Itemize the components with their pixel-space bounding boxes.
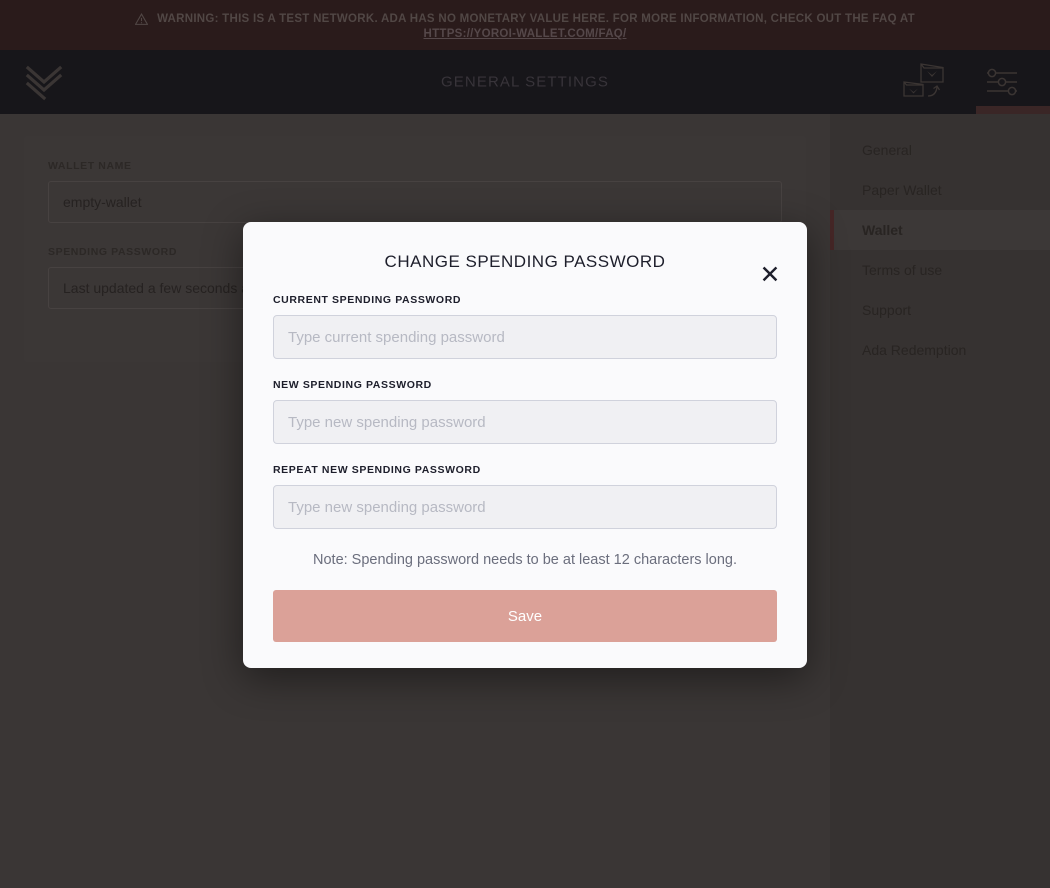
change-spending-password-dialog: CHANGE SPENDING PASSWORD ✕ CURRENT SPEND…: [243, 222, 807, 668]
wallet-name-field: WALLET NAME empty-wallet: [48, 160, 782, 223]
test-network-warning-banner: WARNING: THIS IS A TEST NETWORK. ADA HAS…: [0, 0, 1050, 50]
settings-sliders-icon[interactable]: [966, 50, 1050, 114]
new-password-input[interactable]: [273, 400, 777, 444]
current-password-field: CURRENT SPENDING PASSWORD: [273, 294, 777, 359]
topbar-actions: [888, 50, 1050, 114]
yoroi-settings-screen: WARNING: THIS IS A TEST NETWORK. ADA HAS…: [0, 0, 1050, 888]
close-icon[interactable]: ✕: [757, 262, 783, 288]
warning-triangle-icon: [135, 12, 149, 26]
menu-item-wallet[interactable]: Wallet: [830, 210, 1050, 250]
menu-item-label: Terms of use: [862, 262, 943, 278]
repeat-password-label: REPEAT NEW SPENDING PASSWORD: [273, 464, 481, 476]
menu-item-general[interactable]: General: [830, 130, 1050, 170]
menu-item-label: Ada Redemption: [862, 342, 967, 358]
top-bar: GENERAL SETTINGS: [0, 50, 1050, 114]
menu-item-label: Wallet: [862, 222, 903, 238]
wallet-name-input[interactable]: empty-wallet: [48, 181, 782, 223]
new-password-field: NEW SPENDING PASSWORD: [273, 379, 777, 444]
dialog-title: CHANGE SPENDING PASSWORD: [384, 252, 666, 271]
warning-banner-faq-link[interactable]: HTTPS://YOROI-WALLET.COM/FAQ/: [424, 28, 627, 40]
menu-item-support[interactable]: Support: [830, 290, 1050, 330]
warning-banner-text: WARNING: THIS IS A TEST NETWORK. ADA HAS…: [157, 13, 915, 25]
settings-menu: General Paper Wallet Wallet Terms of use…: [830, 114, 1050, 888]
menu-item-terms-of-use[interactable]: Terms of use: [830, 250, 1050, 290]
repeat-password-field: REPEAT NEW SPENDING PASSWORD: [273, 464, 777, 529]
menu-item-label: General: [862, 142, 912, 158]
new-password-label: NEW SPENDING PASSWORD: [273, 379, 432, 391]
menu-item-label: Paper Wallet: [862, 182, 942, 198]
warning-banner-line: WARNING: THIS IS A TEST NETWORK. ADA HAS…: [135, 12, 915, 26]
wallet-switch-icon[interactable]: [888, 50, 960, 114]
current-password-input[interactable]: [273, 315, 777, 359]
active-tab-indicator: [976, 106, 1050, 114]
save-button[interactable]: Save: [273, 590, 777, 642]
current-password-label: CURRENT SPENDING PASSWORD: [273, 294, 462, 306]
menu-item-ada-redemption[interactable]: Ada Redemption: [830, 330, 1050, 370]
menu-item-label: Support: [862, 302, 912, 318]
menu-item-paper-wallet[interactable]: Paper Wallet: [830, 170, 1050, 210]
wallet-name-label: WALLET NAME: [48, 160, 132, 172]
repeat-password-input[interactable]: [273, 485, 777, 529]
password-requirement-note: Note: Spending password needs to be at l…: [313, 552, 737, 568]
